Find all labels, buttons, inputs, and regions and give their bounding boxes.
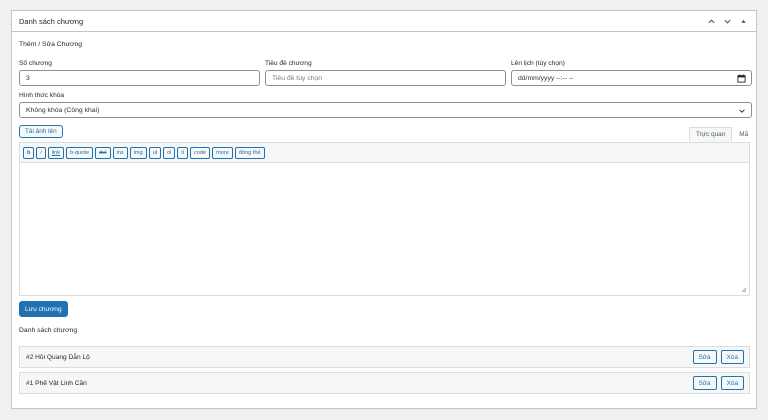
- chevron-down-icon[interactable]: [721, 15, 733, 27]
- chapter-title-input[interactable]: Tiêu đề tùy chọn: [265, 70, 506, 86]
- editor-tabs: Trực quan Mã: [689, 127, 756, 142]
- chapter-list-title: Danh sách chương: [19, 327, 78, 334]
- content-editor: b i link b-quote del ins img ul ol li co…: [19, 142, 750, 296]
- tab-visual[interactable]: Trực quan: [689, 127, 733, 142]
- chapter-item-title: #1 Phế Vật Linh Căn: [26, 379, 87, 387]
- chapter-panel: Danh sách chương Thêm / Sửa Chương Số ch…: [11, 10, 757, 409]
- lock-type-label: Hình thức khóa: [19, 92, 65, 99]
- panel-header-controls: [705, 15, 749, 27]
- resize-grip-icon[interactable]: [741, 287, 747, 293]
- qt-ul-button[interactable]: ul: [148, 146, 162, 159]
- calendar-icon[interactable]: [737, 74, 746, 83]
- list-item: #1 Phế Vật Linh Căn Sửa Xóa: [19, 372, 750, 394]
- schedule-input[interactable]: dd/mm/yyyy --:-- --: [511, 70, 752, 86]
- chapter-item-title: #2 Hồi Quang Dẫn Lộ: [26, 353, 90, 361]
- schedule-label: Lên lịch (tùy chọn): [511, 60, 565, 67]
- list-item: #2 Hồi Quang Dẫn Lộ Sửa Xóa: [19, 346, 750, 368]
- tab-code-label: Mã: [739, 131, 749, 138]
- save-chapter-label: Lưu chương: [25, 305, 62, 313]
- qt-close-tags-button[interactable]: đóng thẻ: [234, 146, 265, 159]
- arrow-up-icon[interactable]: [737, 15, 749, 27]
- qt-bold-button[interactable]: b: [23, 146, 35, 159]
- qt-blockquote-button[interactable]: b-quote: [66, 146, 94, 159]
- delete-chapter-button[interactable]: Xóa: [720, 350, 744, 364]
- chevron-up-icon[interactable]: [705, 15, 717, 27]
- schedule-placeholder: dd/mm/yyyy --:-- --: [518, 74, 574, 82]
- qt-link-button[interactable]: link: [47, 146, 65, 159]
- chapter-title-label: Tiêu đề chương: [265, 60, 312, 67]
- tab-code[interactable]: Mã: [732, 127, 756, 142]
- qt-italic-button[interactable]: i: [36, 146, 46, 159]
- qt-ol-button[interactable]: ol: [163, 146, 176, 159]
- delete-chapter-button[interactable]: Xóa: [720, 376, 744, 390]
- panel-header: Danh sách chương: [12, 11, 756, 32]
- lock-type-selected: Không khóa (Công khai): [26, 106, 100, 114]
- qt-code-button[interactable]: code: [189, 146, 211, 159]
- save-chapter-button[interactable]: Lưu chương: [19, 301, 68, 317]
- qt-ins-button[interactable]: ins: [112, 146, 128, 159]
- qt-del-button[interactable]: del: [95, 146, 111, 159]
- tab-visual-label: Trực quan: [696, 131, 726, 138]
- row-actions: Sửa Xóa: [692, 350, 749, 364]
- panel-title: Danh sách chương: [19, 16, 84, 26]
- content-textarea[interactable]: [20, 163, 749, 295]
- quicktags-toolbar: b i link b-quote del ins img ul ol li co…: [20, 143, 749, 163]
- chapter-title-placeholder: Tiêu đề tùy chọn: [272, 74, 323, 82]
- edit-chapter-button[interactable]: Sửa: [692, 350, 717, 364]
- chapter-number-input[interactable]: 3: [19, 70, 260, 86]
- chapter-number-label: Số chương: [19, 60, 52, 67]
- edit-chapter-button[interactable]: Sửa: [692, 376, 717, 390]
- upload-image-label: Tải ảnh lên: [25, 128, 57, 135]
- qt-img-button[interactable]: img: [129, 146, 147, 159]
- row-actions: Sửa Xóa: [692, 376, 749, 390]
- upload-image-button[interactable]: Tải ảnh lên: [19, 125, 63, 138]
- chapter-number-value: 3: [26, 74, 30, 82]
- form-section-title: Thêm / Sửa Chương: [19, 41, 83, 48]
- select-chevron-icon: [739, 109, 745, 113]
- qt-more-button[interactable]: more: [212, 146, 233, 159]
- lock-type-select[interactable]: Không khóa (Công khai): [19, 102, 752, 118]
- qt-li-button[interactable]: li: [177, 146, 188, 159]
